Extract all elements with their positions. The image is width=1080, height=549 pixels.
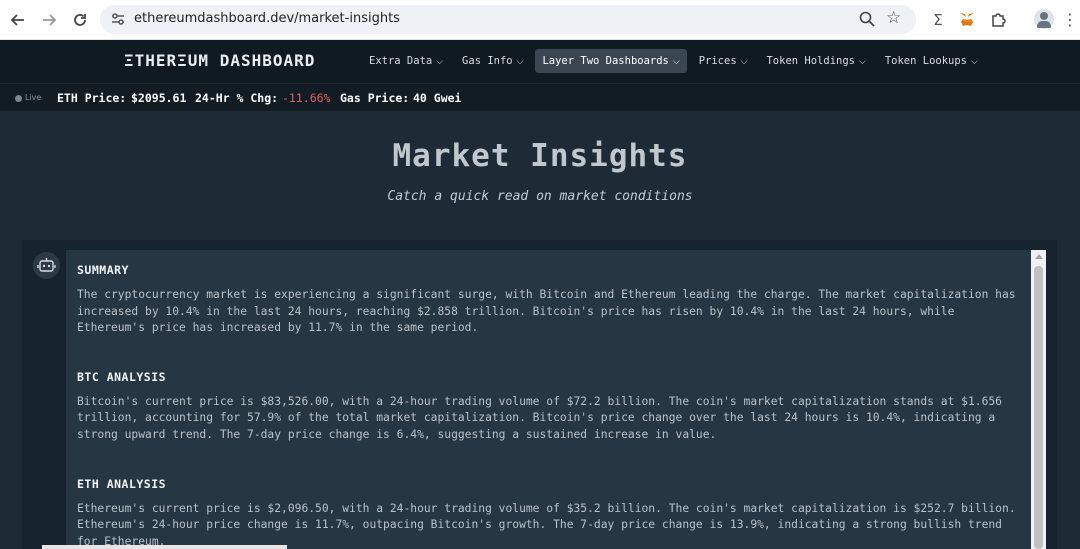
chevron-down-icon: ⌵	[971, 57, 978, 67]
app-header: ΞTHERΞUM DASHBOARD Extra Data ⌵ Gas Info ⌵…	[0, 40, 1080, 83]
section-title: BTC ANALYSIS	[77, 369, 167, 384]
menu-layer-two-dashboards[interactable]: Layer Two Dashboards ⌵	[535, 49, 687, 73]
bookmark-star-icon[interactable]: ☆	[886, 8, 901, 28]
menu-token-lookups[interactable]: Token Lookups ⌵	[878, 49, 985, 73]
vertical-scrollbar[interactable]	[1031, 250, 1046, 549]
menu-token-holdings[interactable]: Token Holdings ⌵	[759, 49, 872, 73]
gas-price-label: Gas Price:	[340, 91, 410, 105]
back-icon[interactable]	[8, 10, 28, 30]
brand-logo[interactable]: ΞTHERΞUM DASHBOARD	[124, 51, 315, 70]
page-title: Market Insights	[392, 138, 688, 174]
scroll-up-arrow-icon[interactable]	[1035, 254, 1043, 259]
horizontal-scrollbar[interactable]	[42, 545, 287, 549]
profile-icon[interactable]	[1034, 9, 1054, 29]
menu-gas-info[interactable]: Gas Info ⌵	[455, 49, 530, 73]
metamask-icon[interactable]	[957, 10, 977, 30]
chevron-down-icon: ⌵	[740, 57, 748, 67]
btc-analysis-section: BTC ANALYSIS Bitcoin's current price is …	[77, 370, 1020, 444]
live-label: Live	[25, 93, 42, 102]
reload-icon[interactable]	[70, 10, 90, 30]
extensions-puzzle-icon[interactable]	[989, 10, 1009, 30]
main-menu: Extra Data ⌵ Gas Info ⌵ Layer Two Dashboar…	[362, 49, 990, 73]
chevron-down-icon: ⌵	[516, 57, 524, 67]
eth-price-value: $2095.61	[131, 91, 187, 105]
menu-kebab-icon[interactable]: ⋮	[1062, 10, 1078, 29]
summary-section: SUMMARY The cryptocurrency market is exp…	[77, 263, 1020, 337]
insights-content[interactable]: SUMMARY The cryptocurrency market is exp…	[66, 250, 1031, 549]
sigma-extension-icon[interactable]: Σ	[928, 10, 948, 30]
section-body: Bitcoin's current price is $83,526.00, w…	[77, 394, 1002, 441]
gas-price-value: 40 Gwei	[413, 91, 462, 105]
menu-prices[interactable]: Prices ⌵	[692, 49, 755, 73]
eth-analysis-section: ETH ANALYSIS Ethereum's current price is…	[77, 477, 1020, 549]
chevron-down-icon: ⌵	[436, 57, 444, 67]
change-label: 24-Hr % Chg:	[195, 91, 279, 105]
url-text[interactable]: ethereumdashboard.dev/market-insights	[134, 11, 400, 26]
browser-toolbar: ethereumdashboard.dev/market-insights ☆ …	[0, 0, 1080, 40]
chevron-down-icon: ⌵	[859, 57, 866, 67]
price-ticker: Live ETH Price: $2095.61 24-Hr % Chg: -1…	[0, 83, 1080, 111]
address-bar[interactable]: ethereumdashboard.dev/market-insights ☆	[100, 5, 916, 34]
page-subtitle: Catch a quick read on market conditions	[387, 189, 693, 204]
site-settings-icon[interactable]	[110, 11, 126, 27]
change-value: -11.66%	[282, 91, 331, 105]
section-body: Ethereum's current price is $2,096.50, w…	[77, 501, 1016, 548]
eth-price-label: ETH Price:	[57, 91, 127, 105]
chevron-down-icon: ⌵	[672, 57, 680, 67]
scroll-thumb[interactable]	[1034, 266, 1043, 549]
zoom-icon[interactable]	[858, 10, 876, 28]
menu-extra-data[interactable]: Extra Data ⌵	[362, 49, 450, 73]
section-title: ETH ANALYSIS	[77, 476, 167, 491]
robot-icon	[33, 252, 60, 279]
section-title: SUMMARY	[77, 263, 129, 277]
live-indicator-icon	[15, 95, 22, 102]
section-body: The cryptocurrency market is experiencin…	[77, 288, 1016, 335]
forward-icon[interactable]	[39, 10, 59, 30]
